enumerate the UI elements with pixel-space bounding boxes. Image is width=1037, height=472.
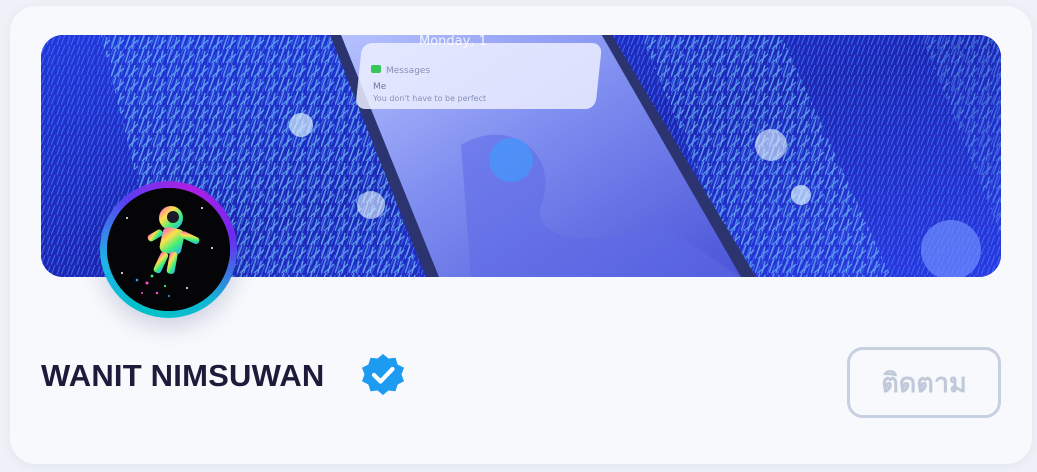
svg-text:Messages: Messages	[386, 66, 430, 76]
verified-badge-icon	[360, 352, 406, 398]
svg-text:Monday, 1: Monday, 1	[419, 35, 487, 49]
avatar[interactable]	[100, 181, 237, 318]
svg-text:Me: Me	[373, 82, 387, 92]
svg-text:You don't have to be perfect: You don't have to be perfect	[372, 94, 486, 103]
astronaut-avatar-icon	[107, 188, 230, 311]
follow-button[interactable]: ติดตาม	[847, 347, 1001, 418]
profile-name: WANIT NIMSUWAN	[41, 358, 325, 393]
